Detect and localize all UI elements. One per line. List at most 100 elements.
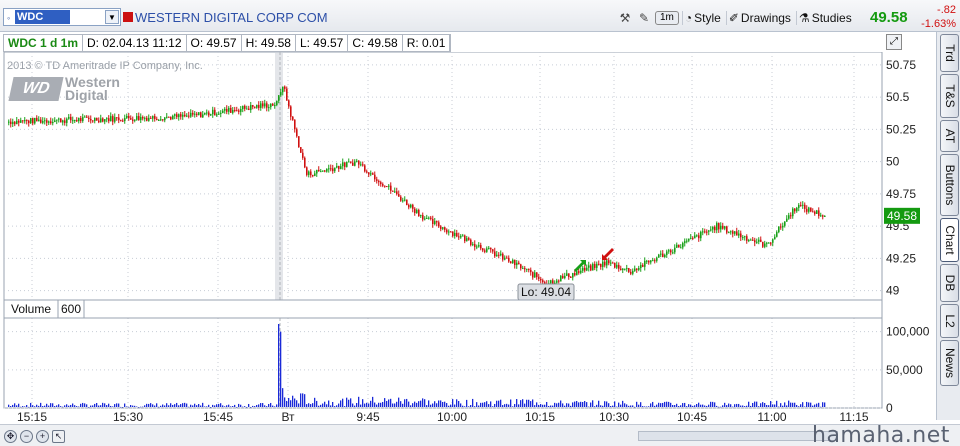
candle <box>240 109 242 112</box>
candle <box>466 238 468 242</box>
volume-bar <box>200 405 202 407</box>
candle <box>254 106 256 108</box>
studies-icon: ⚗ <box>798 11 810 25</box>
candle <box>158 119 160 121</box>
studies-button[interactable]: ⚗ Studies <box>795 11 854 25</box>
candle <box>640 265 642 269</box>
candle <box>230 107 232 113</box>
pin-icon[interactable]: ✎ <box>636 10 652 26</box>
candle <box>820 215 822 217</box>
zoom-out-icon[interactable]: − <box>20 430 33 443</box>
volume-bar <box>654 405 656 407</box>
candle <box>396 191 398 195</box>
candle <box>534 272 536 278</box>
candle <box>244 105 246 109</box>
style-button[interactable]: ◔ Style <box>681 11 723 25</box>
tab-l2[interactable]: L2 <box>940 304 959 338</box>
volume-bar <box>166 403 168 407</box>
candle <box>296 129 298 137</box>
volume-bar <box>716 405 718 407</box>
drawings-button[interactable]: ✐ Drawings <box>725 11 793 25</box>
volume-bar <box>736 403 738 407</box>
volume-bar <box>598 400 600 407</box>
volume-bar <box>802 402 804 407</box>
candle <box>320 171 322 173</box>
symbol-selector[interactable]: ◦ WDC ▼ <box>3 8 121 26</box>
candle <box>388 185 390 187</box>
wrench-icon[interactable]: ⚒ <box>617 10 633 26</box>
candle <box>118 117 120 121</box>
candle <box>372 173 374 175</box>
symbol-input[interactable]: WDC <box>15 10 70 24</box>
symbol-dropdown-icon[interactable]: ▼ <box>105 10 119 24</box>
candle <box>238 110 240 112</box>
candle <box>602 261 604 267</box>
volume-bar <box>266 406 268 407</box>
candle <box>512 259 514 264</box>
tab-buttons[interactable]: Buttons <box>940 154 959 216</box>
candle <box>138 116 140 121</box>
chart-settings-icon[interactable]: ⤢ <box>886 34 902 50</box>
tab-trd[interactable]: Trd <box>940 34 959 72</box>
candle <box>104 119 106 122</box>
candle <box>756 241 758 243</box>
volume-bar <box>788 400 790 407</box>
price-tick-label: 50 <box>886 155 900 169</box>
candle <box>660 253 662 255</box>
candle <box>472 244 474 246</box>
horizontal-scrollbar[interactable] <box>638 431 838 441</box>
candle <box>268 107 270 109</box>
candle <box>440 226 442 229</box>
candle <box>600 263 602 267</box>
candle <box>402 200 404 202</box>
candle <box>220 112 222 114</box>
volume-bar <box>130 404 132 407</box>
candle <box>64 120 66 123</box>
tab-chart[interactable]: Chart <box>940 218 959 262</box>
tab-ts[interactable]: T&S <box>940 74 959 118</box>
tab-news[interactable]: News <box>940 340 959 386</box>
candle <box>322 170 324 172</box>
candle <box>32 118 34 124</box>
volume-bar <box>68 405 70 407</box>
percent-change: -1.63% <box>921 18 956 30</box>
zoom-in-icon[interactable]: + <box>36 430 49 443</box>
volume-bar <box>512 406 514 407</box>
candle <box>154 116 156 119</box>
time-tick-label: 11:15 <box>839 410 868 424</box>
volume-bar <box>390 398 392 407</box>
candle <box>746 236 748 241</box>
candle <box>514 259 516 266</box>
pan-icon[interactable]: ✥ <box>4 430 17 443</box>
candle <box>166 116 168 118</box>
volume-bar <box>380 402 382 407</box>
volume-bar <box>114 404 116 407</box>
volume-bar <box>462 405 464 407</box>
volume-bar <box>20 406 22 408</box>
cursor-icon[interactable]: ↖ <box>52 430 65 443</box>
volume-bar <box>662 402 664 407</box>
volume-bar <box>768 405 770 407</box>
candle <box>16 120 18 125</box>
study-label[interactable]: WDC 1 d 1m <box>4 35 84 51</box>
volume-bar <box>30 402 32 407</box>
candle <box>10 121 12 125</box>
volume-bar <box>402 403 404 407</box>
volume-bar <box>668 401 670 407</box>
tab-at[interactable]: AT <box>940 120 959 152</box>
volume-bar <box>800 404 802 407</box>
candle <box>86 116 88 118</box>
volume-bar <box>578 402 580 407</box>
tab-db[interactable]: DB <box>940 264 959 302</box>
candle <box>334 167 336 172</box>
aggregation-button[interactable]: 1m <box>655 11 679 25</box>
volume-bar <box>10 406 12 407</box>
volume-bar <box>182 403 184 407</box>
candle <box>492 249 494 252</box>
volume-bar <box>232 406 234 407</box>
volume-bar <box>702 404 704 407</box>
price-chart[interactable]: 50.7550.550.255049.7549.549.2549100,0005… <box>0 52 936 424</box>
volume-bar <box>420 400 422 407</box>
volume-bar <box>618 402 620 407</box>
candle <box>486 248 488 252</box>
